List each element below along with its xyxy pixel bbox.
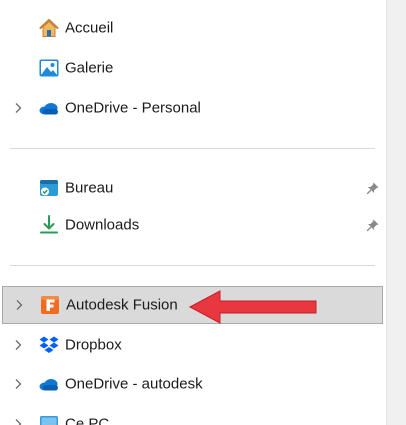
nav-item-label: Bureau (65, 179, 114, 197)
onedrive-cloud-icon (39, 379, 58, 391)
nav-item-galerie[interactable]: Galerie (0, 50, 385, 86)
nav-item-label: Autodesk Fusion (66, 296, 178, 314)
nav-item-onedrive-personal[interactable]: OneDrive - Personal (0, 90, 385, 126)
chevron-right-icon[interactable] (14, 299, 24, 311)
pin-icon[interactable] (366, 181, 380, 195)
onedrive-cloud-icon (39, 103, 58, 115)
gallery-icon (39, 59, 59, 77)
nav-item-label: Accueil (65, 19, 114, 37)
pin-icon[interactable] (366, 218, 380, 232)
chevron-right-icon[interactable] (13, 102, 23, 114)
separator (10, 148, 375, 149)
nav-item-downloads[interactable]: Downloads (0, 207, 385, 243)
nav-tree: Accueil Galerie OneDrive - Personal Bure… (0, 0, 385, 425)
nav-item-label: Galerie (65, 59, 114, 77)
nav-item-label: Downloads (65, 216, 140, 234)
nav-item-bureau[interactable]: Bureau (0, 170, 385, 206)
home-icon (39, 18, 59, 37)
nav-item-onedrive-autodesk[interactable]: OneDrive - autodesk (0, 366, 385, 402)
nav-item-label: OneDrive - autodesk (65, 375, 203, 393)
chevron-right-icon[interactable] (13, 339, 23, 351)
chevron-right-icon[interactable] (13, 378, 23, 390)
vertical-scrollbar[interactable] (386, 0, 406, 425)
chevron-right-icon[interactable] (13, 418, 23, 425)
fusion-icon (41, 296, 59, 314)
navigation-pane: Accueil Galerie OneDrive - Personal Bure… (0, 0, 406, 425)
download-icon (40, 215, 58, 234)
nav-item-accueil[interactable]: Accueil (0, 10, 385, 46)
computer-icon (40, 416, 58, 425)
dropbox-icon (39, 336, 59, 353)
nav-item-autodesk-fusion[interactable]: Autodesk Fusion (2, 286, 383, 324)
desktop-icon (40, 180, 58, 196)
nav-item-ce-pc[interactable]: Ce PC (0, 406, 385, 425)
nav-item-label: Dropbox (65, 336, 122, 354)
separator (10, 265, 375, 266)
nav-item-label: OneDrive - Personal (65, 99, 201, 117)
nav-item-dropbox[interactable]: Dropbox (0, 327, 385, 363)
nav-item-label: Ce PC (65, 415, 110, 425)
